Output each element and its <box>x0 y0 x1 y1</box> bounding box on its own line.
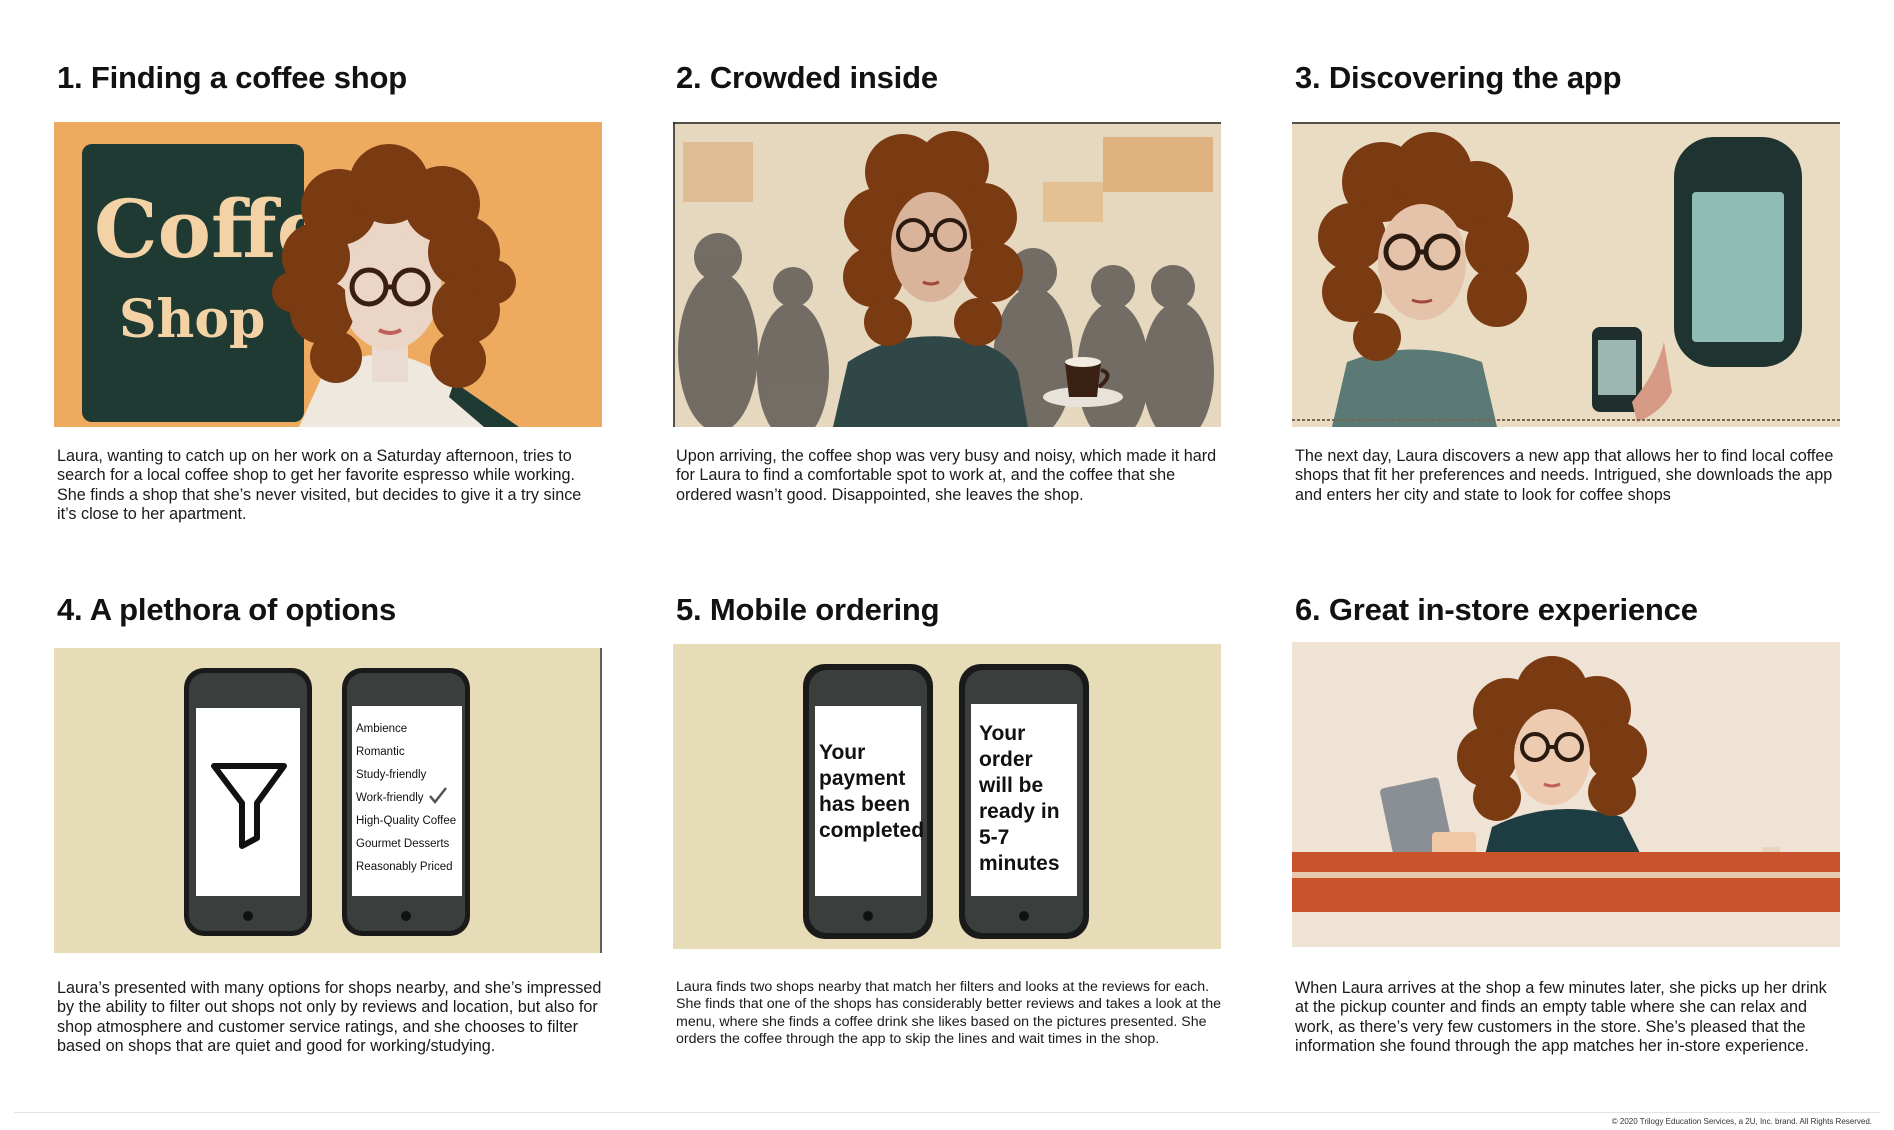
panel-caption: When Laura arrives at the shop a few min… <box>1295 979 1827 1056</box>
phone-order-status: Your order will be ready in 5-7 minutes <box>959 664 1089 939</box>
filter-option: Reasonably Priced <box>356 861 453 873</box>
panel-title: 6. Great in-store experience <box>1295 592 1698 627</box>
panel-5: 5. Mobile ordering Your payment has been… <box>673 590 1221 1047</box>
order-line: minutes <box>979 852 1060 875</box>
panel-3-illustration <box>1292 122 1840 427</box>
panel-4-illustration: Ambience Romantic Study-friendly Work-fr… <box>54 648 602 953</box>
filter-option: Study-friendly <box>356 769 427 781</box>
panel-title: 5. Mobile ordering <box>676 592 940 627</box>
panel-1: 1. Finding a coffee shop Coffe Shop Laur… <box>54 58 602 523</box>
panel-caption: Laura’s presented with many options for … <box>57 979 602 1056</box>
panel-caption: Upon arriving, the coffee shop was very … <box>676 447 1217 504</box>
panel-title: 2. Crowded inside <box>676 60 938 95</box>
payment-line: has been <box>819 793 910 816</box>
phone-payment: Your payment has been completed <box>803 664 933 939</box>
storyboard-grid: 1. Finding a coffee shop Coffe Shop Laur… <box>0 0 1894 1130</box>
payment-line: completed <box>819 819 924 842</box>
order-line: Your <box>979 722 1025 745</box>
panel-1-illustration: Coffe Shop <box>54 122 602 427</box>
filter-option: Ambience <box>356 723 407 735</box>
filter-option: Work-friendly <box>356 792 424 804</box>
order-line: order <box>979 748 1033 771</box>
panel-5-illustration: Your payment has been completed Your ord… <box>673 644 1221 949</box>
panel-4: 4. A plethora of options Ambience Romant… <box>54 590 602 1055</box>
panel-title: 3. Discovering the app <box>1295 60 1622 95</box>
order-line: ready in <box>979 800 1060 823</box>
order-line: will be <box>978 774 1043 797</box>
copyright-text: © 2020 Trilogy Education Services, a 2U,… <box>1611 1117 1872 1126</box>
sign-text-shop: Shop <box>119 289 265 350</box>
filter-option: Romantic <box>356 746 405 758</box>
panel-title: 4. A plethora of options <box>57 592 397 627</box>
panel-2-illustration <box>673 122 1221 427</box>
order-line: 5-7 <box>979 826 1009 849</box>
phone-filter <box>184 668 312 936</box>
panel-6: 6. Great in-store experience When Laura … <box>1292 590 1840 1055</box>
footer-divider <box>14 1112 1880 1113</box>
filter-option: Gourmet Desserts <box>356 838 450 850</box>
panel-caption: The next day, Laura discovers a new app … <box>1295 447 1834 504</box>
panel-title: 1. Finding a coffee shop <box>57 60 408 95</box>
filter-option: High-Quality Coffee <box>356 815 456 827</box>
phone-options: Ambience Romantic Study-friendly Work-fr… <box>342 668 470 936</box>
panel-2: 2. Crowded inside Upon arriving, the cof… <box>673 58 1221 504</box>
payment-line: Your <box>819 741 865 764</box>
panel-3: 3. Discovering the app The next day, Lau… <box>1292 58 1840 504</box>
panel-6-illustration <box>1292 642 1840 947</box>
panel-caption: Laura finds two shops nearby that match … <box>676 979 1221 1048</box>
panel-caption: Laura, wanting to catch up on her work o… <box>57 447 582 524</box>
payment-line: payment <box>819 767 905 790</box>
